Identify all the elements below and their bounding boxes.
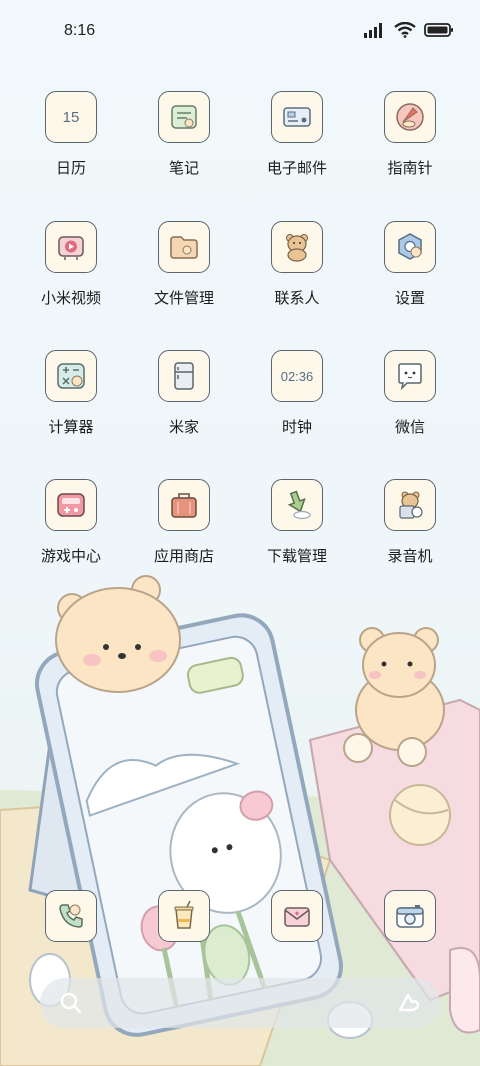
app-compass[interactable]: 指南针 [362,91,458,201]
app-app-store[interactable]: 应用商店 [136,479,232,589]
camera-icon[interactable] [384,890,436,942]
email-icon [271,91,323,143]
app-label: 小米视频 [40,289,101,307]
folder-icon [158,221,210,273]
app-label: 米家 [168,418,199,436]
app-contacts[interactable]: 联系人 [249,221,345,331]
app-calendar[interactable]: 15 日历 [23,91,119,201]
app-label: 应用商店 [153,547,214,565]
recorder-icon [384,479,436,531]
calendar-date: 15 [62,108,80,126]
status-icons [364,22,454,38]
wifi-icon [394,22,416,38]
app-calculator[interactable]: 计算器 [23,350,119,460]
app-label: 计算器 [48,418,94,436]
app-label: 微信 [394,418,425,436]
download-arrow-icon [271,479,323,531]
app-email[interactable]: 电子邮件 [249,91,345,201]
app-label: 联系人 [274,289,320,307]
app-label: 设置 [394,289,425,307]
contacts-icon [271,221,323,273]
app-label: 笔记 [168,159,199,177]
game-console-icon [45,479,97,531]
assistant-icon[interactable] [396,990,422,1016]
search-icon[interactable] [58,990,84,1016]
status-bar: 8:16 [0,0,480,62]
app-label: 下载管理 [266,547,327,565]
calendar-icon: 15 [45,91,97,143]
shopping-bag-icon [158,479,210,531]
app-label: 文件管理 [153,289,214,307]
app-recorder[interactable]: 录音机 [362,479,458,589]
video-icon [45,221,97,273]
calculator-icon [45,350,97,402]
clock-icon: 02:36 [271,350,323,402]
battery-icon [424,23,453,37]
settings-icon [384,221,436,273]
app-file-manager[interactable]: 文件管理 [136,221,232,331]
app-game-center[interactable]: 游戏中心 [23,479,119,589]
app-label: 电子邮件 [266,159,327,177]
app-wechat[interactable]: 微信 [362,350,458,460]
search-bar[interactable] [40,978,440,1028]
fridge-icon [158,350,210,402]
drink-cup-icon[interactable] [158,890,210,942]
app-clock[interactable]: 02:36 时钟 [249,350,345,460]
home-screen: 8:16 15 日历 笔记 电子邮件 指南针 小米视频 文件管理 联系人 设置 … [0,0,480,1066]
app-label: 游戏中心 [40,547,101,565]
compass-icon [384,91,436,143]
phone-icon[interactable] [45,890,97,942]
notes-icon [158,91,210,143]
signal-icon [364,23,382,38]
app-video[interactable]: 小米视频 [23,221,119,331]
chat-bubble-icon [384,350,436,402]
app-label: 时钟 [281,418,312,436]
message-envelope-icon[interactable] [271,890,323,942]
app-mijia[interactable]: 米家 [136,350,232,460]
app-label: 日历 [55,159,86,177]
status-time: 8:16 [64,22,96,39]
clock-time: 02:36 [280,368,314,384]
app-download-manager[interactable]: 下载管理 [249,479,345,589]
app-label: 指南针 [387,159,433,177]
app-settings[interactable]: 设置 [362,221,458,331]
app-notes[interactable]: 笔记 [136,91,232,201]
app-label: 录音机 [387,547,433,565]
